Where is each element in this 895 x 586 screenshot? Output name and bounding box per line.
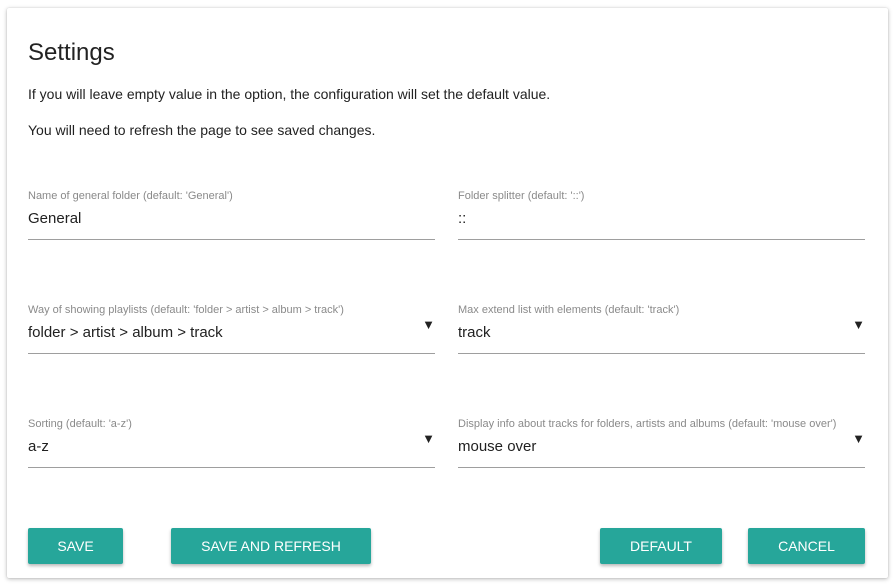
folder-splitter-underline (458, 239, 865, 240)
playlist-way-underline (28, 353, 435, 354)
folder-splitter-label: Folder splitter (default: '::') (458, 190, 585, 202)
info-refresh-text: You will need to refresh the page to see… (28, 122, 376, 138)
dropdown-arrow-icon[interactable]: ▼ (852, 318, 865, 331)
display-info-label: Display info about tracks for folders, a… (458, 418, 837, 430)
page-title: Settings (28, 39, 115, 66)
dropdown-arrow-icon[interactable]: ▼ (852, 432, 865, 445)
dropdown-arrow-icon[interactable]: ▼ (422, 432, 435, 445)
general-folder-input[interactable]: General (28, 210, 418, 227)
playlist-way-select[interactable]: Way of showing playlists (default: 'fold… (28, 304, 435, 364)
settings-card: Settings If you will leave empty value i… (7, 8, 888, 578)
display-info-selected-value[interactable]: mouse over (458, 438, 848, 455)
sorting-underline (28, 467, 435, 468)
general-folder-field[interactable]: Name of general folder (default: 'Genera… (28, 190, 435, 250)
max-extend-select[interactable]: Max extend list with elements (default: … (458, 304, 865, 364)
sorting-select[interactable]: Sorting (default: 'a-z') a-z ▼ (28, 418, 435, 478)
default-button[interactable]: DEFAULT (600, 528, 722, 564)
sorting-label: Sorting (default: 'a-z') (28, 418, 132, 430)
sorting-selected-value[interactable]: a-z (28, 438, 418, 455)
folder-splitter-input[interactable]: :: (458, 210, 848, 227)
save-button[interactable]: SAVE (28, 528, 123, 564)
max-extend-label: Max extend list with elements (default: … (458, 304, 680, 316)
general-folder-label: Name of general folder (default: 'Genera… (28, 190, 233, 202)
playlist-way-label: Way of showing playlists (default: 'fold… (28, 304, 344, 316)
cancel-button[interactable]: CANCEL (748, 528, 865, 564)
display-info-underline (458, 467, 865, 468)
folder-splitter-field[interactable]: Folder splitter (default: '::') :: (458, 190, 865, 250)
dropdown-arrow-icon[interactable]: ▼ (422, 318, 435, 331)
max-extend-underline (458, 353, 865, 354)
general-folder-underline (28, 239, 435, 240)
display-info-select[interactable]: Display info about tracks for folders, a… (458, 418, 865, 478)
info-empty-value-text: If you will leave empty value in the opt… (28, 86, 551, 102)
max-extend-selected-value[interactable]: track (458, 324, 848, 341)
playlist-way-selected-value[interactable]: folder > artist > album > track (28, 324, 418, 341)
save-and-refresh-button[interactable]: SAVE AND REFRESH (171, 528, 371, 564)
